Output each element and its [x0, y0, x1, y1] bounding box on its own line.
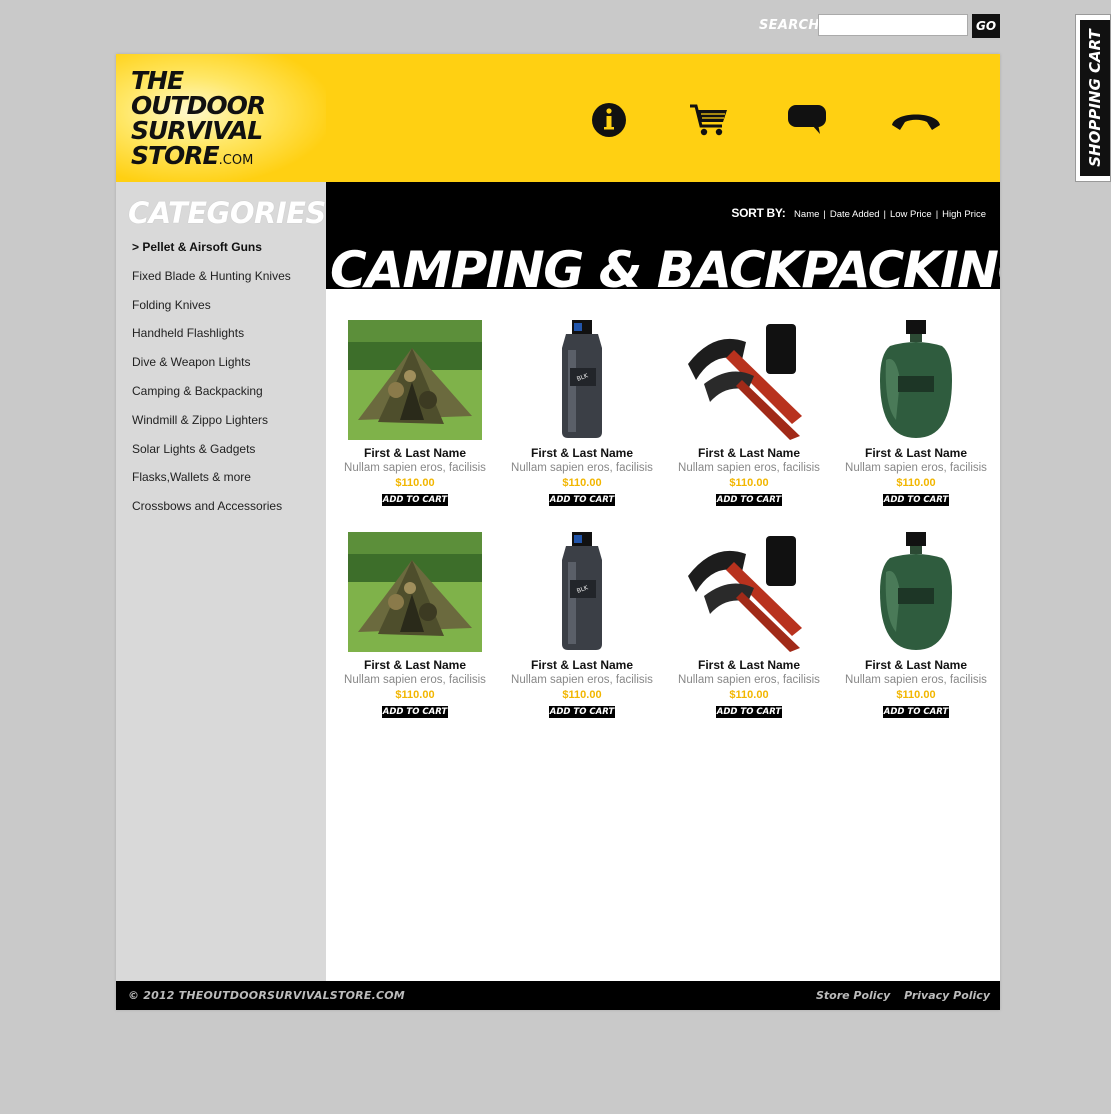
product-description: Nullam sapien eros, facilisis [678, 674, 820, 686]
category-banner: SORT BY: Name | Date Added | Low Price | High … [326, 182, 1000, 289]
search-go-button[interactable]: GO [972, 14, 1000, 38]
product-price: $110.00 [395, 689, 435, 701]
category-item[interactable]: Solar Lights & Gadgets [132, 442, 291, 471]
product-card: First & Last Name Nullam sapien eros, fac… [674, 532, 824, 719]
header: THE OUTDOOR SURVIVAL STORE.COM [116, 54, 1000, 182]
category-item[interactable]: Folding Knives [132, 298, 291, 327]
category-item[interactable]: Flasks,Wallets & more [132, 470, 291, 499]
cart-icon[interactable] [688, 100, 730, 140]
product-price: $110.00 [729, 477, 769, 489]
page-container: THE OUTDOOR SURVIVAL STORE.COM CATEGORIE… [116, 54, 1000, 1010]
logo-line-the: THE [131, 66, 184, 95]
product-card: First & Last Name Nullam sapien eros, fac… [340, 320, 490, 507]
category-item[interactable]: > Pellet & Airsoft Guns [132, 240, 291, 269]
sort-high-price-link[interactable]: High Price [942, 209, 986, 220]
product-image-axe[interactable] [674, 532, 824, 652]
privacy-policy-link[interactable]: Privacy Policy [904, 989, 990, 1002]
add-to-cart-button[interactable]: ADD TO CART [883, 494, 949, 506]
product-image-axe[interactable] [674, 320, 824, 440]
logo-line-outdoor: OUTDOOR [131, 91, 266, 120]
product-name[interactable]: First & Last Name [674, 446, 824, 460]
sort-label: SORT BY: [731, 206, 786, 220]
shopping-cart-tab[interactable]: SHOPPING CART [1075, 14, 1111, 182]
copyright-text: © 2012 THEOUTDOORSURVIVALSTORE.COM [128, 989, 405, 1002]
chat-bubble-icon[interactable] [786, 100, 828, 140]
product-name[interactable]: First & Last Name [340, 658, 490, 672]
footer-links: Store Policy Privacy Policy [806, 989, 990, 1002]
category-item[interactable]: Dive & Weapon Lights [132, 355, 291, 384]
sidebar: CATEGORIES > Pellet & Airsoft Guns Fixed… [116, 182, 326, 981]
product-image-bottle[interactable]: BLK [507, 532, 657, 652]
page-title: CAMPING & BACKPACKING [330, 241, 1000, 289]
phone-icon[interactable] [888, 100, 944, 140]
category-item[interactable]: Fixed Blade & Hunting Knives [132, 269, 291, 298]
sort-name-link[interactable]: Name [794, 209, 819, 220]
product-card: First & Last Name Nullam sapien eros, fac… [841, 320, 991, 507]
add-to-cart-button[interactable]: ADD TO CART [549, 494, 615, 506]
product-card: BLK First & Last Name Nullam sapien eros, … [507, 532, 657, 719]
sort-bar: SORT BY: Name | Date Added | Low Price | High … [731, 206, 986, 220]
sort-low-price-link[interactable]: Low Price [890, 209, 932, 220]
category-item[interactable]: Crossbows and Accessories [132, 499, 291, 528]
add-to-cart-button[interactable]: ADD TO CART [716, 494, 782, 506]
product-name[interactable]: First & Last Name [507, 446, 657, 460]
product-price: $110.00 [562, 477, 602, 489]
product-description: Nullam sapien eros, facilisis [344, 674, 486, 686]
product-price: $110.00 [896, 689, 936, 701]
product-name[interactable]: First & Last Name [674, 658, 824, 672]
info-icon[interactable] [590, 100, 628, 140]
logo-line-survival: SURVIVAL [131, 116, 263, 145]
store-policy-link[interactable]: Store Policy [816, 989, 890, 1002]
sort-separator: | [935, 209, 939, 220]
product-card: First & Last Name Nullam sapien eros, fac… [674, 320, 824, 507]
product-card: BLK First & Last Name Nullam sapien eros, … [507, 320, 657, 507]
add-to-cart-button[interactable]: ADD TO CART [382, 494, 448, 506]
add-to-cart-button[interactable]: ADD TO CART [549, 706, 615, 718]
product-price: $110.00 [562, 689, 602, 701]
main-content: SORT BY: Name | Date Added | Low Price | High … [326, 182, 1000, 981]
logo-suffix: .COM [218, 153, 254, 168]
product-card: First & Last Name Nullam sapien eros, fac… [841, 532, 991, 719]
product-description: Nullam sapien eros, facilisis [678, 462, 820, 474]
product-description: Nullam sapien eros, facilisis [511, 674, 653, 686]
category-item[interactable]: Windmill & Zippo Lighters [132, 413, 291, 442]
product-name[interactable]: First & Last Name [841, 446, 991, 460]
product-image-tent[interactable] [340, 320, 490, 440]
category-list: > Pellet & Airsoft Guns Fixed Blade & Hu… [132, 240, 291, 528]
product-price: $110.00 [896, 477, 936, 489]
product-price: $110.00 [395, 477, 435, 489]
product-image-canteen[interactable] [841, 532, 991, 652]
category-item[interactable]: Handheld Flashlights [132, 326, 291, 355]
product-image-canteen[interactable] [841, 320, 991, 440]
search-input[interactable] [818, 14, 968, 36]
product-price: $110.00 [729, 689, 769, 701]
shopping-cart-tab-label: SHOPPING CART [1086, 29, 1104, 167]
sort-date-added-link[interactable]: Date Added [830, 209, 880, 220]
product-name[interactable]: First & Last Name [340, 446, 490, 460]
product-image-tent[interactable] [340, 532, 490, 652]
sort-separator: | [823, 209, 826, 220]
add-to-cart-button[interactable]: ADD TO CART [883, 706, 949, 718]
product-description: Nullam sapien eros, facilisis [845, 674, 987, 686]
category-item[interactable]: Camping & Backpacking [132, 384, 291, 413]
product-name[interactable]: First & Last Name [507, 658, 657, 672]
add-to-cart-button[interactable]: ADD TO CART [716, 706, 782, 718]
product-image-bottle[interactable]: BLK [507, 320, 657, 440]
store-logo[interactable]: THE OUTDOOR SURVIVAL STORE.COM [116, 54, 326, 182]
search-label: SEARCH [759, 18, 820, 33]
product-description: Nullam sapien eros, facilisis [511, 462, 653, 474]
footer: © 2012 THEOUTDOORSURVIVALSTORE.COM Store… [116, 981, 1000, 1010]
logo-store-text: STORE [131, 141, 220, 170]
categories-heading: CATEGORIES [128, 196, 326, 230]
product-description: Nullam sapien eros, facilisis [845, 462, 987, 474]
product-card: First & Last Name Nullam sapien eros, fac… [340, 532, 490, 719]
sort-separator: | [883, 209, 886, 220]
logo-line-store: STORE.COM [131, 143, 253, 173]
add-to-cart-button[interactable]: ADD TO CART [382, 706, 448, 718]
product-description: Nullam sapien eros, facilisis [344, 462, 486, 474]
product-name[interactable]: First & Last Name [841, 658, 991, 672]
